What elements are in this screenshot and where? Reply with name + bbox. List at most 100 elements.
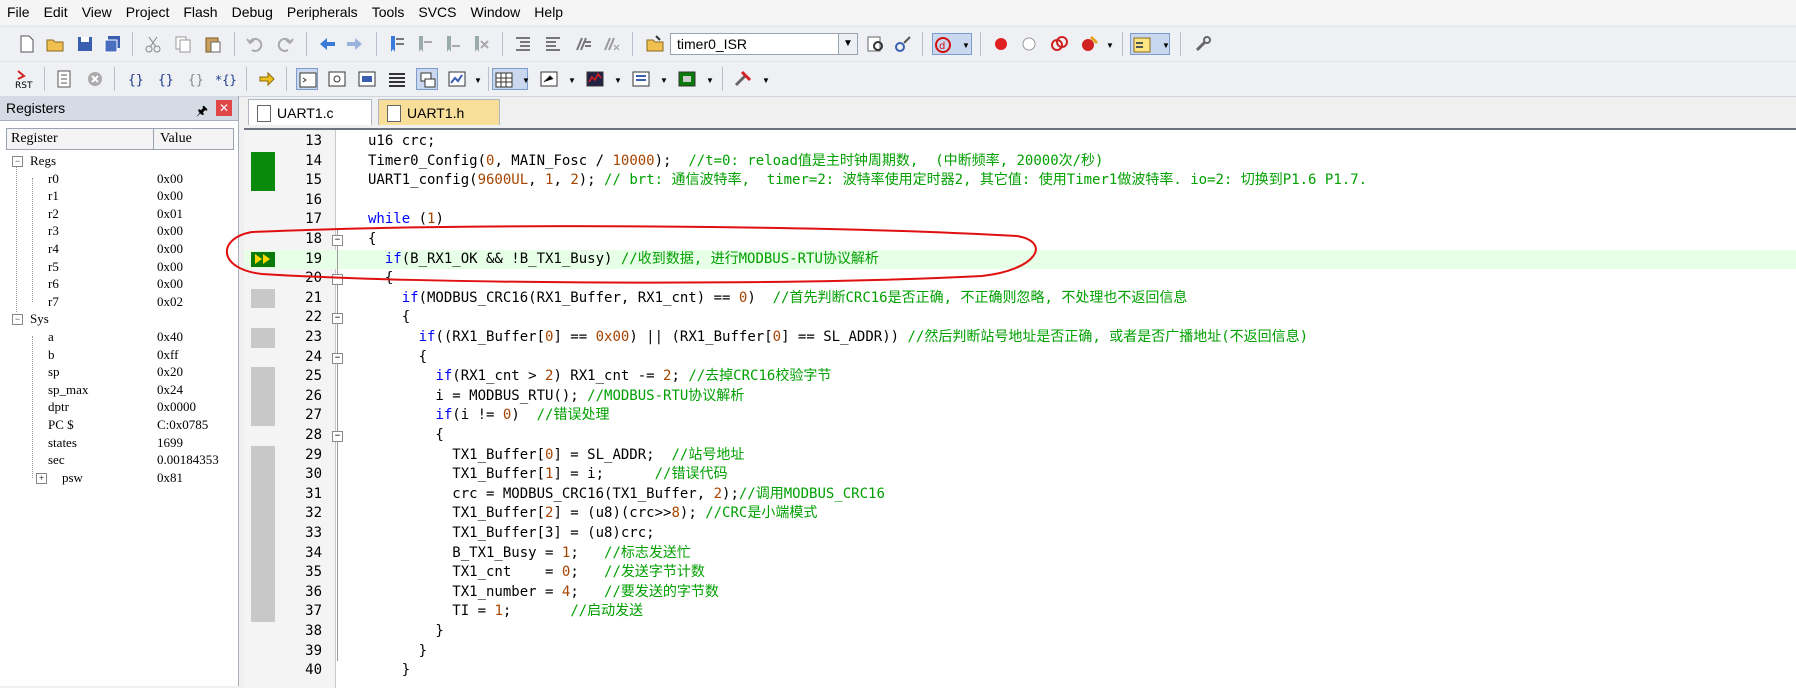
code-line[interactable]: 13 u16 crc; xyxy=(244,132,1796,152)
clear-bookmarks-icon[interactable] xyxy=(470,33,492,55)
call-stack-window-icon[interactable] xyxy=(416,68,438,90)
fold-toggle-icon[interactable]: − xyxy=(332,352,343,364)
cut-icon[interactable] xyxy=(142,33,164,55)
kill-breakpoints-icon[interactable] xyxy=(1078,33,1100,55)
register-row[interactable]: r0 0x00 xyxy=(6,170,234,188)
disable-breakpoints-icon[interactable] xyxy=(1048,33,1070,55)
code-line[interactable]: 23 if((RX1_Buffer[0] == 0x00) || (RX1_Bu… xyxy=(244,328,1796,348)
register-row[interactable]: sec 0.00184353 xyxy=(6,451,234,469)
register-row[interactable]: PC $ C:0x0785 xyxy=(6,416,234,434)
stop-icon[interactable] xyxy=(84,68,106,90)
find-in-files-icon[interactable] xyxy=(644,33,666,55)
register-row[interactable]: dptr 0x0000 xyxy=(6,398,234,416)
uncomment-icon[interactable] xyxy=(600,33,622,55)
menu-tools[interactable]: Tools xyxy=(365,0,412,24)
copy-icon[interactable] xyxy=(172,33,194,55)
collapse-icon[interactable]: − xyxy=(12,314,23,326)
pin-icon[interactable]: 🖈 xyxy=(196,99,208,123)
comment-icon[interactable] xyxy=(572,33,594,55)
register-row[interactable]: states 1699 xyxy=(6,434,234,452)
target-combo[interactable]: timer0_ISR ▼ xyxy=(670,33,858,55)
enable-breakpoint-icon[interactable] xyxy=(1018,33,1040,55)
code-line[interactable]: 35 TX1_cnt = 0; //发送字节计数 xyxy=(244,563,1796,583)
disassembly-window-icon[interactable] xyxy=(326,68,348,90)
find-icon[interactable] xyxy=(864,33,886,55)
save-icon[interactable] xyxy=(74,33,96,55)
menu-debug[interactable]: Debug xyxy=(225,0,280,24)
paste-icon[interactable] xyxy=(202,33,224,55)
column-value[interactable]: Value xyxy=(154,129,192,149)
undo-icon[interactable] xyxy=(244,33,266,55)
register-row[interactable]: sp 0x20 xyxy=(6,363,234,381)
register-row[interactable]: r4 0x00 xyxy=(6,240,234,258)
close-icon[interactable]: ✕ xyxy=(216,100,232,116)
reset-cpu-button[interactable]: RST xyxy=(12,68,38,90)
tab-uart1-h[interactable]: UART1.h xyxy=(378,99,500,125)
code-line[interactable]: 21 if(MODBUS_CRC16(RX1_Buffer, RX1_cnt) … xyxy=(244,288,1796,309)
code-line[interactable]: 18− { xyxy=(244,230,1796,250)
code-line[interactable]: 37 TI = 1; //启动发送 xyxy=(244,602,1796,622)
toolbox-icon[interactable] xyxy=(732,68,754,90)
register-row[interactable]: sp_max 0x24 xyxy=(6,381,234,399)
symbols-window-icon[interactable] xyxy=(356,68,378,90)
registers-window-icon[interactable] xyxy=(386,68,408,90)
fold-toggle-icon[interactable]: − xyxy=(332,313,343,325)
code-line[interactable]: 26 i = MODBUS_RTU(); //MODBUS-RTU协议解析 xyxy=(244,386,1796,407)
serial-window-icon[interactable] xyxy=(538,68,560,90)
column-register[interactable]: Register xyxy=(7,129,154,149)
code-editor[interactable]: 13 u16 crc; 14 Timer0_Config(0, MAIN_Fosc /… xyxy=(244,128,1796,688)
register-row[interactable]: r1 0x00 xyxy=(6,187,234,205)
fold-toggle-icon[interactable]: − xyxy=(332,431,343,442)
register-row[interactable]: a 0x40 xyxy=(6,328,234,346)
tab-uart1-c[interactable]: UART1.c xyxy=(248,99,372,125)
prev-bookmark-icon[interactable] xyxy=(414,33,436,55)
tree-group-sys[interactable]: − Sys xyxy=(6,310,234,328)
code-line[interactable]: 16 xyxy=(244,191,1796,211)
command-window-icon[interactable] xyxy=(296,68,318,90)
save-all-icon[interactable] xyxy=(102,33,124,55)
collapse-icon[interactable]: − xyxy=(12,156,23,167)
register-row[interactable]: r7 0x02 xyxy=(6,293,234,311)
current-code-line[interactable]: 19 if(B_RX1_OK && !B_TX1_Busy) //收到数据, 进… xyxy=(244,249,1796,270)
step-out-icon[interactable]: {} xyxy=(186,68,208,90)
insert-breakpoint-icon[interactable] xyxy=(990,33,1012,55)
register-row[interactable]: b 0xff xyxy=(6,346,234,364)
menu-peripherals[interactable]: Peripherals xyxy=(280,0,365,24)
fold-toggle-icon[interactable]: − xyxy=(332,235,343,246)
code-line[interactable]: 24− { xyxy=(244,347,1796,368)
chevron-down-icon[interactable]: ▼ xyxy=(838,34,857,54)
register-row[interactable]: r3 0x00 xyxy=(6,222,234,240)
code-line[interactable]: 32 TX1_Buffer[2] = (u8)(crc>>8); //CRC是小… xyxy=(244,504,1796,524)
register-row[interactable]: r6 0x00 xyxy=(6,275,234,293)
code-line[interactable]: 40 } xyxy=(244,661,1796,681)
code-line[interactable]: 38 } xyxy=(244,622,1796,642)
register-row[interactable]: + psw 0x81 xyxy=(6,469,234,487)
code-line[interactable]: 27 if(i != 0) //错误处理 xyxy=(244,406,1796,426)
show-next-statement-icon[interactable] xyxy=(256,68,278,90)
code-line[interactable]: 33 TX1_Buffer[3] = (u8)crc; xyxy=(244,524,1796,544)
navigate-back-icon[interactable] xyxy=(316,33,338,55)
run-to-cursor-icon[interactable]: *{} xyxy=(214,68,236,90)
menu-svcs[interactable]: SVCS xyxy=(411,0,463,24)
watch-window-icon[interactable] xyxy=(446,68,468,90)
menu-edit[interactable]: Edit xyxy=(37,0,75,24)
code-line[interactable]: 30 TX1_Buffer[1] = i; //错误代码 xyxy=(244,465,1796,485)
code-line[interactable]: 25 if(RX1_cnt > 2) RX1_cnt -= 2; //去掉CRC… xyxy=(244,367,1796,387)
incremental-find-icon[interactable] xyxy=(892,33,914,55)
system-viewer-icon[interactable] xyxy=(676,68,698,90)
code-line[interactable]: 34 B_TX1_Busy = 1; //标志发送忙 xyxy=(244,543,1796,564)
analysis-window-icon[interactable] xyxy=(584,68,606,90)
menu-help[interactable]: Help xyxy=(527,0,570,24)
code-line[interactable]: 31 crc = MODBUS_CRC16(TX1_Buffer, 2);//调… xyxy=(244,484,1796,505)
code-line[interactable]: 39 } xyxy=(244,641,1796,662)
code-line[interactable]: 15 UART1_config(9600UL, 1, 2); // brt: 通信… xyxy=(244,171,1796,191)
expand-icon[interactable]: + xyxy=(36,472,47,484)
run-icon[interactable] xyxy=(54,68,76,90)
step-into-icon[interactable]: {} xyxy=(126,68,148,90)
menu-file[interactable]: File xyxy=(0,0,37,24)
unindent-icon[interactable] xyxy=(542,33,564,55)
menu-view[interactable]: View xyxy=(75,0,119,24)
tree-group-regs[interactable]: − Regs xyxy=(6,152,234,170)
indent-icon[interactable] xyxy=(512,33,534,55)
register-row[interactable]: r5 0x00 xyxy=(6,258,234,276)
